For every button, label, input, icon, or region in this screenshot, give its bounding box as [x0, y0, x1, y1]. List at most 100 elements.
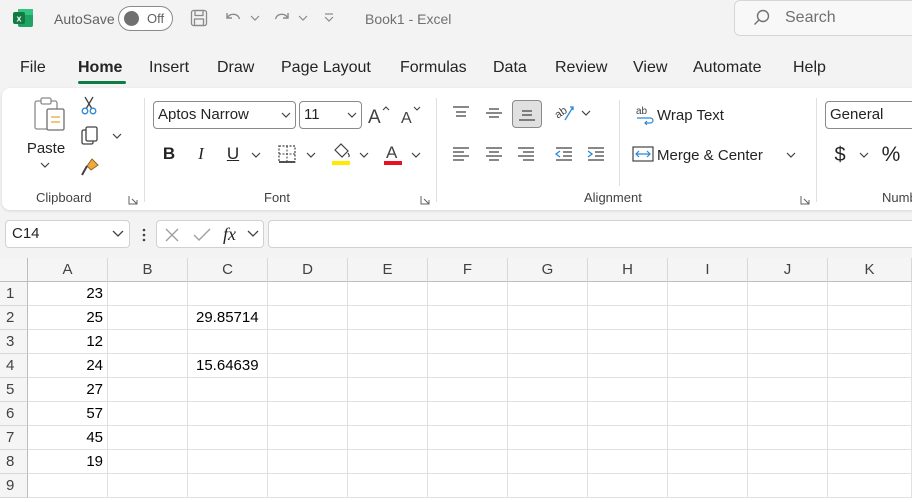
cell-f9[interactable]: [428, 474, 508, 498]
name-box[interactable]: C14: [5, 220, 130, 248]
cell-h6[interactable]: [588, 402, 668, 426]
clipboard-launcher-icon[interactable]: [128, 192, 138, 205]
cell-k9[interactable]: [828, 474, 912, 498]
cell-d2[interactable]: [268, 306, 348, 330]
column-header-f[interactable]: F: [428, 258, 508, 282]
cell-d4[interactable]: [268, 354, 348, 378]
cell-a9[interactable]: [28, 474, 108, 498]
increase-font-size-icon[interactable]: A: [366, 102, 392, 128]
cell-d3[interactable]: [268, 330, 348, 354]
cell-e3[interactable]: [348, 330, 428, 354]
percent-button[interactable]: %: [878, 142, 904, 168]
middle-align-icon[interactable]: [480, 100, 508, 126]
font-color-icon[interactable]: A: [380, 140, 406, 168]
cell-h5[interactable]: [588, 378, 668, 402]
cell-e2[interactable]: [348, 306, 428, 330]
copy-icon[interactable]: [78, 125, 102, 147]
wrap-text-icon[interactable]: ab: [631, 102, 657, 128]
cell-i5[interactable]: [668, 378, 748, 402]
cell-a7[interactable]: 45: [28, 426, 108, 450]
cell-h9[interactable]: [588, 474, 668, 498]
cell-c2[interactable]: 29.85714: [188, 306, 268, 330]
paste-dropdown-icon[interactable]: [38, 160, 52, 170]
fill-color-dropdown-icon[interactable]: [357, 150, 371, 160]
fill-color-icon[interactable]: [328, 140, 354, 168]
increase-indent-icon[interactable]: [582, 141, 610, 167]
cell-g5[interactable]: [508, 378, 588, 402]
cell-j7[interactable]: [748, 426, 828, 450]
cell-g6[interactable]: [508, 402, 588, 426]
font-name-combo[interactable]: Aptos Narrow: [153, 101, 296, 129]
cell-e7[interactable]: [348, 426, 428, 450]
cell-k8[interactable]: [828, 450, 912, 474]
row-header-8[interactable]: 8: [0, 450, 28, 474]
cell-b2[interactable]: [108, 306, 188, 330]
tab-automate[interactable]: Automate: [693, 59, 761, 77]
row-header-6[interactable]: 6: [0, 402, 28, 426]
cell-i6[interactable]: [668, 402, 748, 426]
cell-c5[interactable]: [188, 378, 268, 402]
cell-e5[interactable]: [348, 378, 428, 402]
cell-a2[interactable]: 25: [28, 306, 108, 330]
cell-a6[interactable]: 57: [28, 402, 108, 426]
customize-qat-icon[interactable]: [322, 7, 336, 29]
merge-center-label[interactable]: Merge & Center: [657, 145, 769, 165]
cell-j1[interactable]: [748, 282, 828, 306]
cell-i4[interactable]: [668, 354, 748, 378]
currency-button[interactable]: $: [828, 142, 852, 168]
cell-g8[interactable]: [508, 450, 588, 474]
tab-file[interactable]: File: [20, 59, 46, 77]
orientation-icon[interactable]: ab: [550, 100, 578, 126]
cell-j3[interactable]: [748, 330, 828, 354]
cell-d6[interactable]: [268, 402, 348, 426]
cell-b5[interactable]: [108, 378, 188, 402]
cell-e4[interactable]: [348, 354, 428, 378]
cell-b9[interactable]: [108, 474, 188, 498]
cell-j4[interactable]: [748, 354, 828, 378]
cell-h4[interactable]: [588, 354, 668, 378]
cell-f2[interactable]: [428, 306, 508, 330]
cell-a8[interactable]: 19: [28, 450, 108, 474]
tab-formulas[interactable]: Formulas: [400, 59, 467, 77]
undo-dropdown-icon[interactable]: [249, 7, 261, 29]
row-header-5[interactable]: 5: [0, 378, 28, 402]
cell-h7[interactable]: [588, 426, 668, 450]
orientation-dropdown-icon[interactable]: [579, 108, 593, 118]
cell-c3[interactable]: [188, 330, 268, 354]
column-header-a[interactable]: A: [28, 258, 108, 282]
wrap-text-label[interactable]: Wrap Text: [657, 105, 727, 125]
currency-dropdown-icon[interactable]: [857, 150, 871, 160]
align-center-icon[interactable]: [480, 141, 508, 167]
excel-app-icon[interactable]: x: [12, 8, 34, 28]
cell-j5[interactable]: [748, 378, 828, 402]
row-header-9[interactable]: 9: [0, 474, 28, 498]
paste-label[interactable]: Paste: [26, 138, 66, 158]
cell-k7[interactable]: [828, 426, 912, 450]
cell-e1[interactable]: [348, 282, 428, 306]
cell-i3[interactable]: [668, 330, 748, 354]
column-header-h[interactable]: H: [588, 258, 668, 282]
search-box[interactable]: Search: [734, 0, 912, 36]
italic-button[interactable]: I: [190, 142, 212, 166]
cell-e8[interactable]: [348, 450, 428, 474]
cell-c9[interactable]: [188, 474, 268, 498]
column-header-e[interactable]: E: [348, 258, 428, 282]
cell-d9[interactable]: [268, 474, 348, 498]
font-name-dropdown-icon[interactable]: [281, 102, 291, 137]
column-header-g[interactable]: G: [508, 258, 588, 282]
cut-icon[interactable]: [78, 94, 100, 116]
formula-input[interactable]: [268, 220, 912, 248]
cell-f4[interactable]: [428, 354, 508, 378]
undo-icon[interactable]: [222, 7, 244, 29]
number-format-combo[interactable]: General: [825, 101, 912, 129]
cell-k3[interactable]: [828, 330, 912, 354]
cell-d8[interactable]: [268, 450, 348, 474]
alignment-launcher-icon[interactable]: [800, 192, 810, 205]
cell-k5[interactable]: [828, 378, 912, 402]
bottom-align-icon[interactable]: [512, 100, 542, 128]
column-header-i[interactable]: I: [668, 258, 748, 282]
bold-button[interactable]: B: [158, 142, 180, 166]
cell-f1[interactable]: [428, 282, 508, 306]
column-header-b[interactable]: B: [108, 258, 188, 282]
cell-g9[interactable]: [508, 474, 588, 498]
